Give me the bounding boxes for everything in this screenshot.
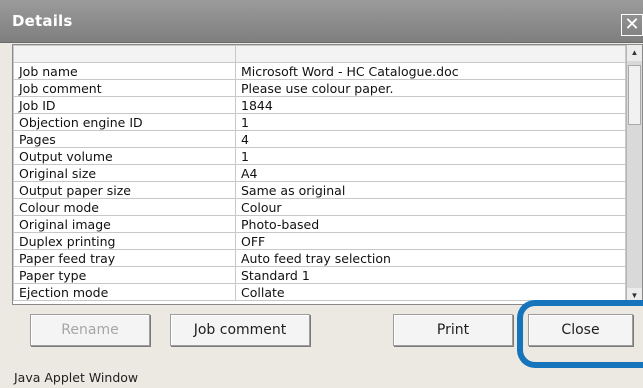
row-value: Colour [235,198,626,216]
print-button[interactable]: Print [393,314,513,346]
row-value: Auto feed tray selection [235,249,626,267]
details-data-table: Job name Microsoft Word - HC Catalogue.do… [13,45,626,301]
close-icon[interactable]: ✕ [621,14,643,36]
vertical-scrollbar[interactable]: ▲ ▼ [626,45,642,304]
row-label: Paper feed tray [13,249,236,267]
table-row[interactable]: Paper feed tray Auto feed tray selection [13,249,626,267]
row-label: Job comment [13,79,236,97]
table-row[interactable]: Original size A4 [13,164,626,182]
window-title: Details [12,12,73,30]
row-label: Job ID [13,96,236,114]
table-row[interactable]: Job ID 1844 [13,96,626,114]
row-value: Photo-based [235,215,626,233]
row-value: OFF [235,232,626,250]
table-row[interactable]: Duplex printing OFF [13,232,626,250]
rename-button[interactable]: Rename [30,314,150,346]
row-label: Paper type [13,266,236,284]
header-cell [235,45,626,63]
row-label: Ejection mode [13,283,236,301]
table-row[interactable]: Paper type Standard 1 [13,266,626,284]
row-label: Output volume [13,147,236,165]
details-window: Details ✕ Job name Microsoft Word - HC Ca… [0,0,643,388]
status-bar-text: Java Applet Window [14,370,139,385]
table-row[interactable]: Job comment Please use colour paper. [13,79,626,97]
row-label: Pages [13,130,236,148]
row-label: Objection engine ID [13,113,236,131]
table-header-row [13,45,626,63]
scroll-up-icon[interactable]: ▲ [627,45,642,61]
row-value: 1 [235,147,626,165]
table-row[interactable]: Colour mode Colour [13,198,626,216]
table-row[interactable]: Output paper size Same as original [13,181,626,199]
row-value: 1844 [235,96,626,114]
table-row[interactable]: Pages 4 [13,130,626,148]
close-button-highlight [517,300,643,368]
row-value: A4 [235,164,626,182]
row-value: Microsoft Word - HC Catalogue.doc [235,62,626,80]
row-label: Job name [13,62,236,80]
row-value: Standard 1 [235,266,626,284]
row-value: Please use colour paper. [235,79,626,97]
row-value: Collate [235,283,626,301]
table-row[interactable]: Ejection mode Collate [13,283,626,301]
details-table: Job name Microsoft Word - HC Catalogue.do… [12,44,643,305]
row-value: 4 [235,130,626,148]
row-label: Original image [13,215,236,233]
details-grid: Job name Microsoft Word - HC Catalogue.do… [13,45,626,304]
title-bar: Details ✕ [0,0,643,43]
table-row[interactable]: Objection engine ID 1 [13,113,626,131]
header-cell [13,45,236,63]
table-row[interactable]: Original image Photo-based [13,215,626,233]
row-label: Duplex printing [13,232,236,250]
row-label: Output paper size [13,181,236,199]
row-value: Same as original [235,181,626,199]
job-comment-button[interactable]: Job comment [170,314,310,346]
row-label: Colour mode [13,198,236,216]
row-value: 1 [235,113,626,131]
row-label: Original size [13,164,236,182]
table-row[interactable]: Job name Microsoft Word - HC Catalogue.do… [13,62,626,80]
table-row[interactable]: Output volume 1 [13,147,626,165]
scroll-thumb[interactable] [628,65,641,125]
